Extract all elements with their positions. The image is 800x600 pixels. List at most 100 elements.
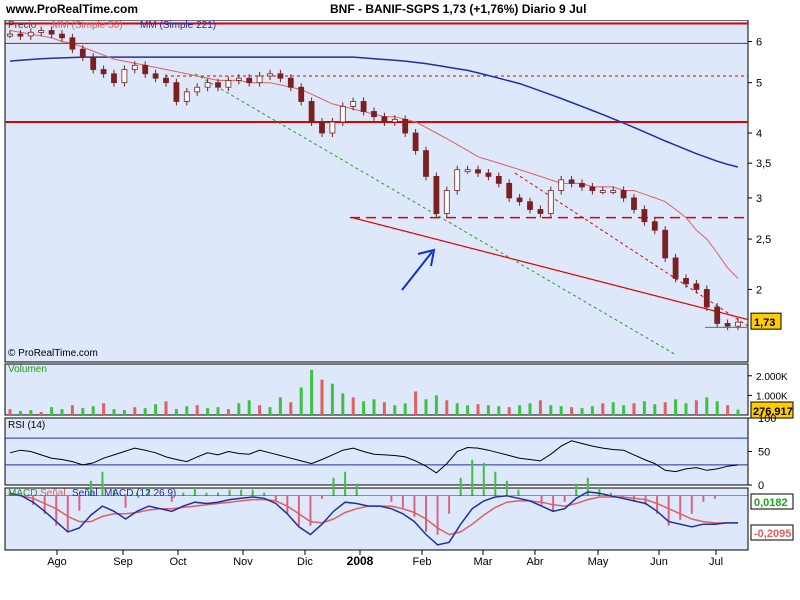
price-candle: [215, 82, 221, 88]
volume-bar: [351, 397, 355, 415]
x-tick-label: May: [588, 556, 609, 568]
price-candle: [495, 176, 502, 184]
volume-bar: [81, 408, 85, 415]
price-candle: [506, 182, 513, 199]
chart-title: BNF - BANIF-SGPS 1,73 (+1,76%) Diario 9 …: [330, 2, 587, 16]
legend-senal: Señal: [40, 488, 66, 499]
volume-bar: [102, 403, 106, 415]
price-candle: [69, 37, 76, 50]
volume-bar: [39, 412, 43, 415]
volume-bar: [185, 406, 189, 415]
volume-bar: [632, 403, 636, 415]
price-candle: [298, 86, 305, 102]
price-candle: [558, 179, 565, 191]
price-candle: [131, 64, 138, 70]
volume-bar: [133, 407, 137, 415]
price-candle: [423, 150, 429, 177]
price-candle: [620, 190, 627, 199]
price-candle: [381, 116, 388, 123]
price-tick-label: 2,5: [756, 234, 771, 246]
price-tick-label: 5: [756, 78, 762, 90]
volume-bar: [362, 401, 366, 415]
volume-bar: [570, 407, 574, 415]
x-tick-label: Nov: [233, 556, 253, 568]
x-tick-label: Jul: [709, 556, 723, 568]
price-candle: [724, 323, 731, 327]
volume-bar: [601, 403, 605, 415]
volume-bar: [278, 397, 282, 415]
price-candle: [693, 283, 700, 290]
price-candle: [204, 82, 211, 88]
volume-bar: [663, 402, 667, 415]
volume-bar: [518, 405, 522, 415]
volume-bar: [154, 404, 158, 415]
price-candle: [235, 77, 242, 81]
volume-bar: [91, 406, 95, 415]
price-tick-label: 4: [756, 128, 762, 140]
price-candle: [610, 190, 617, 193]
price-candle: [173, 82, 180, 102]
volume-bar: [715, 401, 719, 415]
price-candle: [703, 289, 710, 308]
price-candle: [443, 190, 450, 214]
price-candle: [111, 73, 117, 84]
price-candle: [360, 101, 367, 112]
volume-bar: [486, 405, 490, 415]
volume-bar: [382, 402, 386, 415]
price-candle: [27, 31, 34, 37]
rsi-tick-label: 100: [758, 413, 776, 425]
legend-macd: MACD: [8, 488, 37, 499]
volume-bar: [216, 407, 220, 415]
volume-bar: [476, 404, 480, 415]
macd-value-label: 0,0182: [754, 497, 788, 509]
price-candle: [599, 190, 606, 193]
chart-area: 6 5 4 3,5 3 2,5 2 Precio MM (Simple 50) MM (Simpl…: [4, 20, 794, 568]
price-candle: [662, 229, 669, 259]
volume-bar: [497, 406, 501, 415]
volume-bar: [330, 383, 334, 415]
price-candle: [391, 118, 398, 123]
price-candle: [100, 69, 107, 75]
volume-bar: [684, 403, 688, 415]
volume-bar: [705, 397, 709, 415]
volume-bar: [694, 400, 698, 415]
price-candle: [579, 182, 585, 188]
price-candle: [672, 257, 679, 279]
volume-bar: [112, 409, 116, 415]
price-tick-label: 6: [756, 37, 762, 49]
price-candle: [277, 73, 284, 79]
price-tick-label: 2: [756, 284, 762, 296]
price-candle: [339, 106, 346, 123]
price-candle: [516, 197, 523, 203]
volume-bar: [268, 407, 272, 415]
volume-bar: [310, 369, 314, 415]
volume-bar: [466, 405, 470, 415]
price-tick-label: 3,5: [756, 158, 771, 170]
price-candle: [641, 209, 648, 223]
price-candle: [319, 121, 325, 134]
panel-vol: [4, 363, 749, 416]
volume-bar: [580, 408, 584, 415]
legend-rsi: RSI (14): [8, 420, 45, 431]
price-candle: [90, 56, 97, 70]
price-candle: [121, 69, 128, 84]
volume-bar: [434, 395, 438, 415]
volume-tick-label: 1.000K: [756, 391, 788, 402]
volume-bar: [258, 405, 262, 415]
volume-bar: [403, 403, 407, 415]
site-name[interactable]: www.ProRealTime.com: [6, 2, 138, 16]
volume-bar: [206, 408, 210, 415]
volume-bar: [60, 409, 64, 415]
volume-bar: [642, 401, 646, 415]
x-tick-label: Sep: [113, 556, 133, 568]
price-candle: [267, 73, 273, 77]
volume-bar: [164, 401, 168, 415]
copyright: © ProRealTime.com: [8, 348, 98, 359]
price-candle: [38, 30, 45, 33]
x-tick-label: Oct: [169, 556, 186, 568]
chart-header: www.ProRealTime.com BNF - BANIF-SGPS 1,7…: [0, 0, 800, 20]
x-tick-label: Mar: [474, 556, 493, 568]
price-candle: [714, 306, 721, 324]
price-candle: [527, 201, 533, 210]
price-candle: [329, 121, 336, 134]
